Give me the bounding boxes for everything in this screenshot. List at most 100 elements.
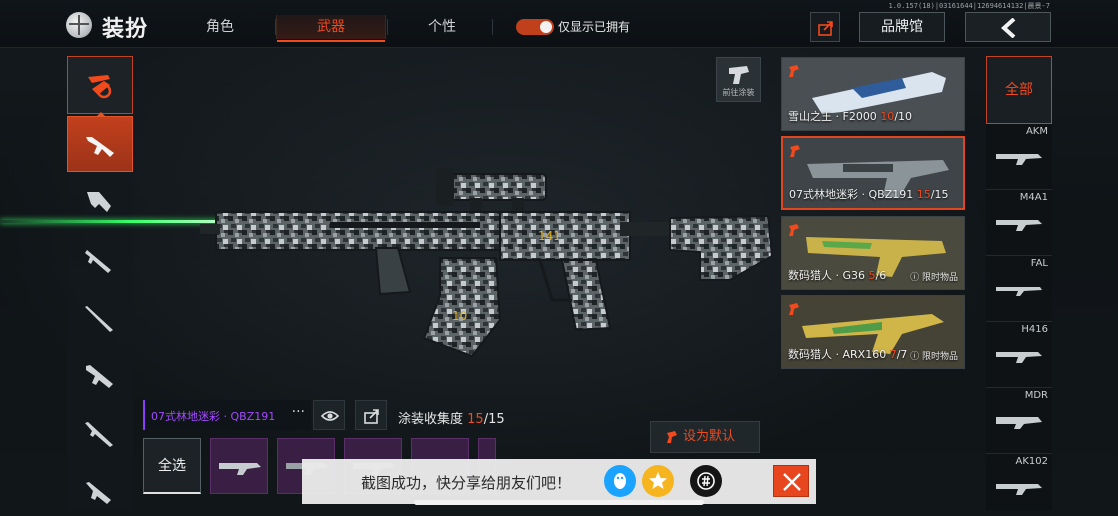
skin-tile[interactable] (210, 438, 268, 494)
weapon-name: FAL (1030, 258, 1048, 269)
divider (387, 19, 388, 35)
globe-logo-icon (66, 12, 92, 38)
skin-card-label: 雪山之王 · F2000 10/10 (788, 110, 913, 123)
select-all-button[interactable]: 全选 (143, 438, 201, 494)
filter-weapon-mdr[interactable]: MDR (986, 388, 1052, 454)
collection-current: 15 (467, 412, 484, 427)
filter-weapon-h416[interactable]: H416 (986, 322, 1052, 388)
home-indicator[interactable] (414, 500, 704, 505)
weapon-filter-list: 全部 AKM M4A1 FAL H416 MDR AK102 (986, 56, 1052, 510)
spray-tag-icon (789, 303, 799, 315)
skin-card[interactable]: 雪山之王 · F2000 10/10 (781, 57, 965, 131)
owned-only-toggle[interactable] (516, 19, 554, 35)
weapons-bundle-icon (88, 75, 112, 99)
spray-tag-icon (789, 224, 799, 236)
ak102-icon (996, 484, 1042, 495)
qzone-star-icon (649, 472, 667, 489)
qbz191-rifle-image: 141 10 (200, 168, 774, 358)
tab-personality[interactable]: 个性 (410, 15, 474, 39)
share-other-button[interactable] (690, 465, 722, 497)
sniper-icon (85, 306, 113, 332)
goto-paint-label: 前往涂装 (722, 88, 755, 97)
h416-icon (996, 352, 1042, 363)
eye-icon (321, 411, 339, 421)
category-shotgun[interactable] (67, 232, 133, 288)
weapon-category-list (67, 56, 133, 510)
svg-text:10: 10 (452, 309, 467, 323)
collection-total: /15 (483, 412, 505, 427)
shotgun-icon (85, 250, 111, 273)
tab-character[interactable]: 角色 (190, 15, 250, 39)
weapon-preview[interactable]: 141 10 (200, 160, 780, 374)
qq-penguin-icon (614, 473, 626, 489)
owned-only-label: 仅显示已拥有 (558, 20, 631, 34)
close-icon (783, 473, 801, 491)
skin-card[interactable]: 数码猎人 · ARX160 7/7 ⓘ 限时物品 (781, 295, 965, 369)
share-skin-button[interactable] (355, 400, 387, 430)
skin-card-label: 07式林地迷彩 · QBZ191 15/15 (789, 188, 949, 201)
lmg-icon (86, 365, 113, 388)
back-button[interactable] (965, 12, 1051, 42)
weapon-name: AK102 (1015, 456, 1049, 467)
filter-weapon-akm[interactable]: AKM (986, 124, 1052, 190)
akm-icon (996, 154, 1042, 165)
share-other-icon (697, 472, 715, 490)
more-options-button[interactable]: ··· (292, 404, 305, 420)
toggle-knob (540, 21, 552, 33)
category-pistol[interactable] (67, 464, 133, 516)
share-qzone-button[interactable] (642, 465, 674, 497)
current-skin-bar: 07式林地迷彩 · QBZ191 ··· (143, 400, 311, 430)
set-default-label: 设为默认 (683, 429, 736, 444)
weapon-name: H416 (1021, 324, 1048, 335)
share-qq-button[interactable] (604, 465, 636, 497)
spray-tag-icon (789, 65, 799, 77)
spray-gun-icon (729, 66, 749, 84)
skin-card-selected[interactable]: 07式林地迷彩 · QBZ191 15/15 (781, 136, 965, 210)
current-skin-name: 07式林地迷彩 · QBZ191 (151, 410, 276, 423)
spray-icon (667, 431, 677, 443)
limited-item-badge: ⓘ 限时物品 (910, 352, 958, 362)
category-sniper[interactable] (67, 290, 133, 346)
collection-label: 涂装收集度 (398, 412, 464, 427)
weapon-name: AKM (1025, 126, 1048, 137)
divider (492, 19, 493, 35)
goto-paint-button[interactable]: 前往涂装 (716, 57, 761, 102)
preview-eye-button[interactable] (313, 400, 345, 430)
toast-message: 截图成功，快分享给朋友们吧！ (361, 474, 572, 492)
version-text: 1.0.157(18)|03161644|12694614132|晨景-7 (888, 2, 1050, 10)
close-toast-button[interactable] (773, 465, 809, 497)
category-all-weapons[interactable] (67, 56, 133, 114)
category-marksman[interactable] (67, 406, 133, 462)
m4a1-icon (996, 220, 1042, 231)
rifle-icon (86, 137, 114, 157)
category-lmg[interactable] (67, 348, 133, 404)
skin-card[interactable]: 数码猎人 · G36 5/6 ⓘ 限时物品 (781, 216, 965, 290)
share-toast: 截图成功，快分享给朋友们吧！ (302, 459, 816, 504)
skin-card-label: 数码猎人 · G36 5/6 (788, 269, 887, 282)
tab-weapon[interactable]: 武器 (276, 15, 386, 42)
spray-tag-icon (790, 145, 800, 157)
filter-weapon-m4a1[interactable]: M4A1 (986, 190, 1052, 256)
mdr-icon (996, 417, 1042, 429)
weapon-name: M4A1 (1019, 192, 1048, 203)
brand-hall-button[interactable]: 品牌馆 (859, 12, 945, 42)
top-bar: 1.0.157(18)|03161644|12694614132|晨景-7 装扮… (0, 0, 1118, 48)
rifle-thumbnail (219, 463, 261, 475)
fal-icon (996, 287, 1042, 296)
page-title: 装扮 (102, 17, 149, 42)
pistol-icon (86, 482, 111, 504)
smg-icon (87, 192, 111, 212)
marksman-icon (85, 422, 113, 447)
laser-beam (0, 220, 220, 223)
back-arrow-icon (1001, 18, 1016, 38)
share-button[interactable] (810, 12, 840, 42)
filter-all-button[interactable]: 全部 (986, 56, 1052, 124)
weapon-serial-stamp: 141 (538, 229, 561, 243)
category-assault-rifle[interactable] (67, 112, 133, 172)
share-icon (818, 21, 833, 36)
weapon-name: MDR (1024, 390, 1048, 401)
filter-weapon-fal[interactable]: FAL (986, 256, 1052, 322)
share-icon (364, 409, 379, 424)
set-default-button[interactable]: 设为默认 (650, 421, 760, 453)
filter-weapon-ak102[interactable]: AK102 (986, 454, 1052, 516)
